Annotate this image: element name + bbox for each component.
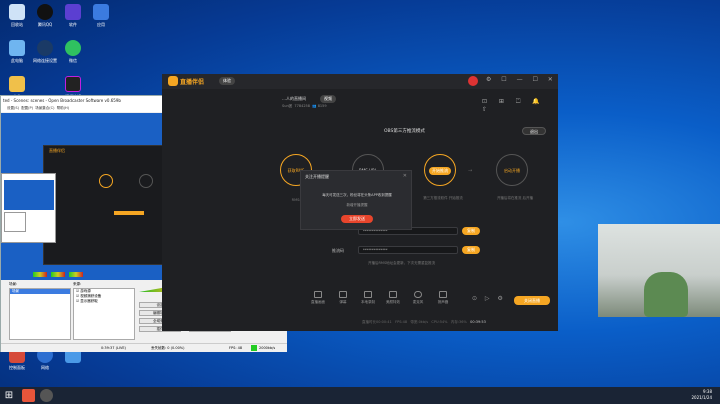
arrow-icon: → <box>468 168 473 174</box>
exit-mode-button[interactable]: 退出 <box>522 127 546 135</box>
tool-beauty[interactable]: 美颜特效 <box>382 291 404 305</box>
step-4: 启动开播 <box>496 154 528 186</box>
taskbar: ⊞ 9:38 2021/1/24 <box>0 387 720 404</box>
desktop-icon-recycle-bin[interactable]: 回收站 <box>2 4 32 27</box>
preview-bar <box>114 211 144 215</box>
room-meta: Sun团 7784258 👥 8159 <box>282 104 327 108</box>
send-now-button[interactable]: 立即发送 <box>341 215 373 223</box>
start-windows-icon[interactable]: ⊞ <box>0 387 18 404</box>
stream-hint: 开播后RMS地址会更新，下次无需重复推流 <box>368 261 436 265</box>
microphone-icon <box>414 291 422 298</box>
menu-scene-collection[interactable]: 场景集合(C) <box>35 106 54 110</box>
notify-dialog[interactable]: 关注开播提醒 ✕ 每天可发送三次，粉丝将在头条APP收到提醒 新增开播提醒 立即… <box>300 170 412 230</box>
taskbar-app-icon[interactable] <box>22 389 35 402</box>
scenes-list[interactable]: 场景 <box>9 288 71 340</box>
computer-icon <box>9 40 25 56</box>
app-icon <box>65 4 81 20</box>
app-icon <box>93 4 109 20</box>
step-4-caption: 开播后将在推流 后开播 <box>496 196 534 200</box>
app-status-bar: 直播时长00:00:41 FPS:48 带宽:0kb/s CPU:54% 内存:… <box>362 320 486 324</box>
app-header: 直播伴侣 体验 ⚙ ☐ — ☐ ✕ <box>162 74 558 89</box>
beauty-icon <box>389 291 397 298</box>
desktop-icon-qq[interactable]: 腾讯QQ <box>30 4 60 27</box>
preview-audio-meters <box>3 271 93 278</box>
speaker-icon <box>439 291 447 298</box>
app-logo: 直播伴侣 <box>180 79 205 86</box>
avatar[interactable] <box>468 76 478 86</box>
record-icon <box>364 291 372 298</box>
stream-key-label: 推流码 <box>332 248 344 253</box>
live-app-window[interactable]: 直播伴侣 体验 ⚙ ☐ — ☐ ✕ …人的直播间 视频 Sun团 7784258… <box>162 74 558 331</box>
chat-icon <box>339 291 347 298</box>
taskbar-obs-icon[interactable] <box>40 389 53 402</box>
menu-help[interactable]: 帮助(H) <box>57 106 69 110</box>
tool-record[interactable]: 本地录制 <box>357 291 379 305</box>
dialog-title: 关注开播提醒 <box>305 174 329 179</box>
tool-danmaku[interactable]: 弹幕 <box>332 291 354 305</box>
stream-key-field[interactable]: ************** <box>358 246 458 254</box>
taskbar-clock[interactable]: 9:38 2021/1/24 <box>691 389 712 401</box>
source-item[interactable]: ☑ 显示器获取 <box>74 299 134 304</box>
scene-item[interactable]: 场景 <box>10 289 70 294</box>
header-action-icons[interactable]: ⊡ ⊞ ⏍ 🔔 ⇧ <box>482 98 558 113</box>
webcam-overlay <box>598 224 720 317</box>
desktop-icon-network[interactable]: 网络连接设置 <box>30 40 60 63</box>
desktop-icon-app3[interactable]: 软件 <box>58 4 88 27</box>
dialog-subtext: 新增开播提醒 <box>346 203 368 207</box>
qq-icon <box>37 4 53 20</box>
copy-url-button[interactable]: 复制 <box>462 227 480 235</box>
folder-icon <box>9 76 25 92</box>
webcam-person <box>644 272 688 317</box>
preview-nested-obs <box>1 173 56 243</box>
network-icon <box>37 40 53 56</box>
window-controls[interactable]: ⚙ ☐ — ☐ ✕ <box>486 76 557 83</box>
extra-icons[interactable]: ⊙ ▷ ⚙ <box>472 295 506 302</box>
step-3: 开始推流 <box>424 154 456 186</box>
tool-screen[interactable]: 直播画面 <box>307 291 329 305</box>
desktop-icon-wechat[interactable]: 微信 <box>58 40 88 63</box>
menu-profile[interactable]: 配置(P) <box>21 106 33 110</box>
copy-key-button[interactable]: 复制 <box>462 246 480 254</box>
preview-logo: 直播伴侣 <box>49 148 65 153</box>
status-indicator <box>251 345 257 351</box>
mode-title: OBS第三方推流模式 <box>384 129 425 134</box>
sources-list[interactable]: ☑ 游戏源 ☑ 视频捕获设备 ☑ 显示器获取 <box>73 288 135 340</box>
close-icon[interactable]: ✕ <box>403 173 407 179</box>
preview-step <box>99 174 113 188</box>
close-live-button[interactable]: 关闭直播 <box>514 296 550 305</box>
tool-speaker[interactable]: 扬声器 <box>432 291 454 305</box>
room-badge: 视频 <box>320 95 336 103</box>
tool-mic[interactable]: 麦克风 <box>407 291 429 305</box>
wechat-icon <box>65 40 81 56</box>
room-title: …人的直播间 <box>282 96 306 101</box>
desktop-icon-app4[interactable]: 应用 <box>86 4 116 27</box>
menu-settings[interactable]: 设置(S) <box>7 106 19 110</box>
sources-label: 来源: <box>73 282 82 286</box>
app-logo-icon <box>168 76 178 86</box>
screen-icon <box>314 291 322 298</box>
step-3-caption: 第三方推流软件 开始推流 <box>423 196 463 200</box>
video-icon <box>65 76 81 92</box>
desktop-icon-computer[interactable]: 此电脑 <box>2 40 32 63</box>
recycle-bin-icon <box>9 4 25 20</box>
obs-status-bar: 0:39:37 (LIVE) 丢失帧数: 0 (0.00%) FPS: 48 2… <box>1 343 287 352</box>
scenes-label: 场景: <box>9 282 18 286</box>
dialog-message: 每天可发送三次，粉丝将在头条APP收到提醒 <box>322 193 392 197</box>
preview-step <box>139 174 153 188</box>
logo-badge: 体验 <box>219 77 235 85</box>
